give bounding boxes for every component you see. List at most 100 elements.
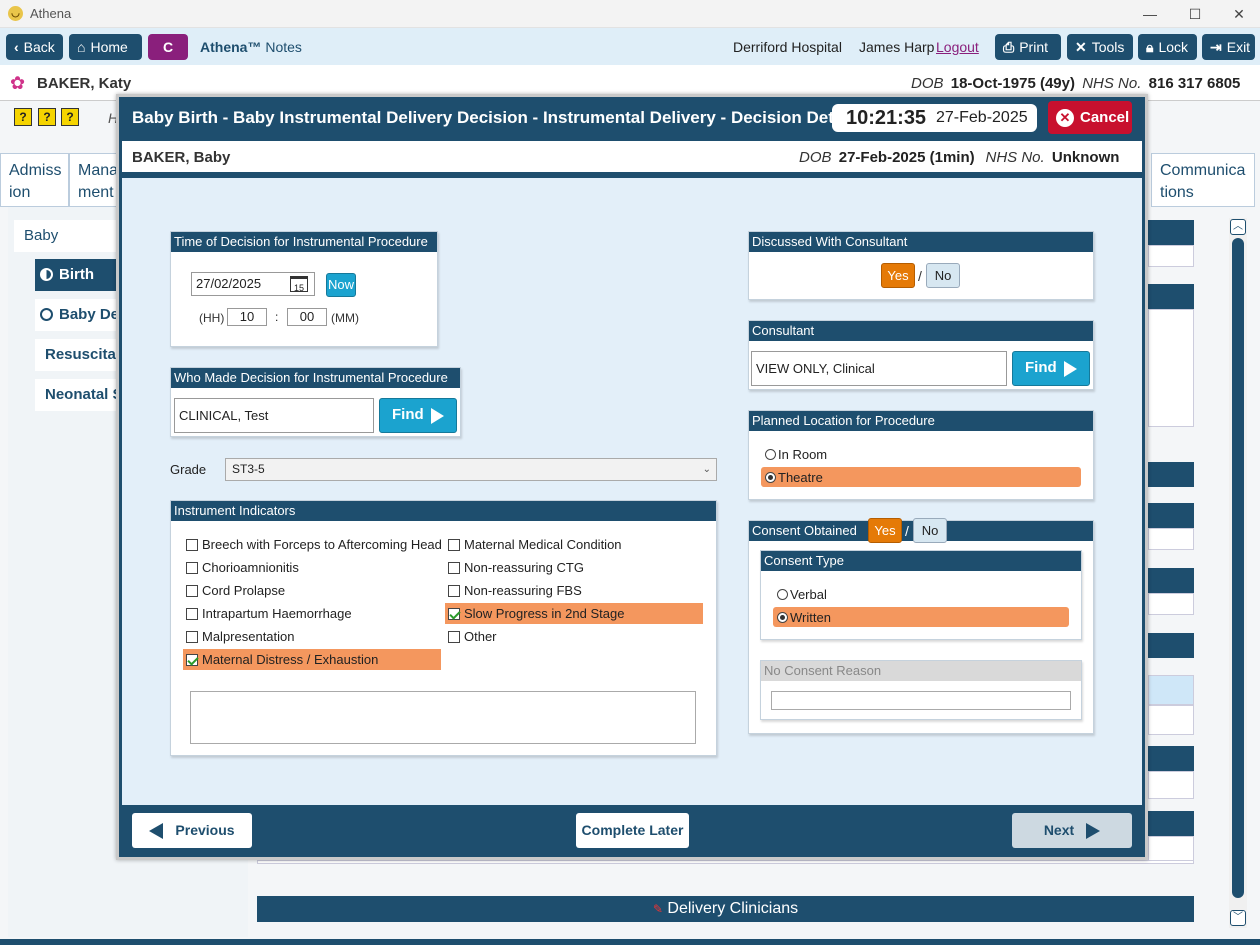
- brand-suffix: Notes: [265, 39, 302, 55]
- other-checkbox[interactable]: [448, 631, 460, 643]
- grade-value: ST3-5: [232, 462, 265, 476]
- help-icon[interactable]: ?: [14, 108, 32, 126]
- baby-dob-label: DOB: [799, 149, 832, 166]
- home-icon: ⌂: [77, 39, 86, 55]
- bg-section-header: [1148, 462, 1194, 487]
- discussed-yes-button[interactable]: Yes: [881, 263, 915, 288]
- tools-button[interactable]: ✕ Tools: [1067, 34, 1133, 60]
- hour-input[interactable]: 10: [227, 308, 267, 326]
- verbal-radio[interactable]: [777, 589, 788, 600]
- back-button[interactable]: ‹ Back: [6, 34, 63, 60]
- help-icon[interactable]: ?: [38, 108, 56, 126]
- vertical-scrollbar[interactable]: ︿ ﹀: [1229, 218, 1247, 928]
- consultant-input[interactable]: VIEW ONLY, Clinical: [751, 351, 1007, 386]
- bg-section-body: [1148, 528, 1194, 550]
- non-reassuring-fbs-label: Non-reassuring FBS: [464, 583, 582, 598]
- tab-management[interactable]: Mana ment: [69, 153, 119, 207]
- written-radio[interactable]: [777, 612, 788, 623]
- tab-admission[interactable]: Admiss ion: [0, 153, 69, 207]
- theatre-radio[interactable]: [765, 472, 776, 483]
- consent-no-button[interactable]: No: [913, 518, 947, 543]
- cancel-button[interactable]: ✕ Cancel: [1048, 101, 1132, 134]
- scroll-down-arrow-icon[interactable]: ﹀: [1230, 910, 1246, 926]
- maternal-medical-checkbox[interactable]: [448, 539, 460, 551]
- bg-section-header: [1148, 746, 1194, 771]
- baby-dob: 27-Feb-2025 (1min): [838, 149, 975, 166]
- in-room-radio[interactable]: [765, 449, 776, 460]
- slow-progress-checkbox[interactable]: [448, 608, 460, 620]
- discussed-no-button[interactable]: No: [926, 263, 960, 288]
- non-reassuring-ctg-checkbox[interactable]: [448, 562, 460, 574]
- now-button[interactable]: Now: [326, 273, 356, 297]
- discussed-slash: /: [918, 268, 922, 284]
- scrollbar-thumb[interactable]: [1232, 238, 1244, 898]
- bg-section-header: [1148, 633, 1194, 658]
- no-consent-reason-input[interactable]: [771, 691, 1071, 710]
- in-room-label: In Room: [778, 447, 828, 462]
- print-button[interactable]: ⎙ Print: [995, 34, 1061, 60]
- nav-resuscitation[interactable]: Resuscitati: [35, 339, 117, 371]
- scroll-up-arrow-icon[interactable]: ︿: [1230, 219, 1246, 235]
- maternal-medical-label: Maternal Medical Condition: [464, 537, 622, 552]
- bg-section-body: [1148, 245, 1194, 267]
- nav-neonatal[interactable]: Neonatal S: [35, 379, 117, 411]
- current-time: 10:21:35: [846, 107, 927, 129]
- complete-later-button[interactable]: Complete Later: [576, 813, 689, 848]
- bg-section-body: [1148, 309, 1194, 427]
- maximize-button[interactable]: ☐: [1184, 4, 1206, 24]
- bg-section-body: [257, 860, 1194, 864]
- decision-maker-input[interactable]: CLINICAL, Test: [174, 398, 374, 433]
- decision-date-value: 27/02/2025: [196, 276, 262, 291]
- malpresentation-checkbox[interactable]: [186, 631, 198, 643]
- planned-location-header: Planned Location for Procedure: [749, 411, 1093, 431]
- bg-section-header: [1148, 284, 1194, 309]
- discussed-panel: Discussed With Consultant: [748, 231, 1094, 300]
- close-window-button[interactable]: ✕: [1228, 4, 1250, 24]
- exit-icon: ⇥: [1210, 39, 1222, 55]
- minute-input[interactable]: 00: [287, 308, 327, 326]
- bg-section-header: [1148, 568, 1194, 593]
- consent-yes-button[interactable]: Yes: [868, 518, 902, 543]
- previous-button[interactable]: Previous: [132, 813, 252, 848]
- consultant-find-button[interactable]: Find: [1012, 351, 1090, 386]
- dob-label: DOB: [911, 75, 944, 92]
- logout-link[interactable]: Logout: [936, 39, 979, 55]
- nav-baby-details-label: Baby De: [59, 306, 117, 323]
- lock-button[interactable]: 🔒︎ Lock: [1138, 34, 1197, 60]
- lock-icon: 🔒︎: [1146, 39, 1154, 55]
- decision-maker-find-button[interactable]: Find: [379, 398, 457, 433]
- delivery-clinicians-header: ✎ Delivery Clinicians: [257, 896, 1194, 922]
- mm-label: (MM): [331, 311, 359, 325]
- c-button[interactable]: C: [148, 34, 188, 60]
- exit-button[interactable]: ⇥ Exit: [1202, 34, 1255, 60]
- tab-communications[interactable]: Communica tions: [1151, 153, 1255, 207]
- haemorrhage-label: Intrapartum Haemorrhage: [202, 606, 352, 621]
- calendar-icon[interactable]: 15: [290, 276, 308, 293]
- consent-type-header: Consent Type: [761, 551, 1081, 571]
- app-brand: Athena™ Notes: [200, 39, 302, 55]
- current-date: 27-Feb-2025: [936, 109, 1028, 126]
- help-icon[interactable]: ?: [61, 108, 79, 126]
- nhs-label: NHS No.: [1082, 75, 1142, 92]
- non-reassuring-fbs-checkbox[interactable]: [448, 585, 460, 597]
- breech-checkbox[interactable]: [186, 539, 198, 551]
- user-name: James Harp: [859, 39, 935, 55]
- home-button[interactable]: ⌂ Home: [69, 34, 142, 60]
- cancel-label: Cancel: [1080, 109, 1130, 126]
- cord-prolapse-checkbox[interactable]: [186, 585, 198, 597]
- non-reassuring-ctg-label: Non-reassuring CTG: [464, 560, 584, 575]
- nav-baby[interactable]: Baby: [14, 220, 119, 252]
- minimize-button[interactable]: —: [1139, 4, 1161, 24]
- grade-select[interactable]: ST3-5 ⌄: [225, 458, 717, 481]
- consent-header-label: Consent Obtained: [752, 523, 857, 538]
- haemorrhage-checkbox[interactable]: [186, 608, 198, 620]
- printer-icon: ⎙: [1003, 39, 1015, 55]
- maternal-distress-checkbox[interactable]: [186, 654, 198, 666]
- decision-time-header: Time of Decision for Instrumental Proced…: [171, 232, 437, 252]
- next-button[interactable]: Next: [1012, 813, 1132, 848]
- female-flower-icon: ✿: [10, 73, 26, 93]
- indicators-notes-textarea[interactable]: [190, 691, 696, 744]
- baby-dob-group: DOB 27-Feb-2025 (1min) NHS No. Unknown: [799, 149, 1119, 166]
- chorioamnionitis-checkbox[interactable]: [186, 562, 198, 574]
- bg-section-header: [1148, 503, 1194, 528]
